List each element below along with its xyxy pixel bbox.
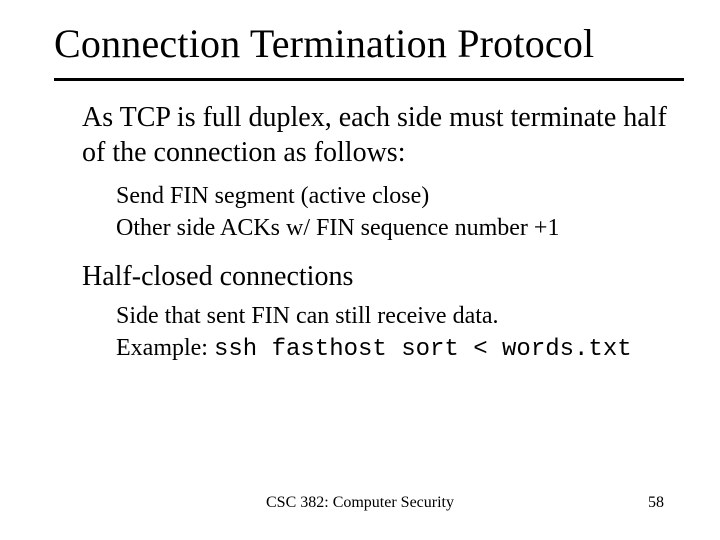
footer-page-number: 58 [648,494,664,512]
example-label: Example: [116,335,214,361]
section2-example: Example: ssh fasthost sort < words.txt [116,332,680,366]
slide-title: Connection Termination Protocol [54,20,666,67]
steps-block: Send FIN segment (active close) Other si… [116,180,680,245]
section2-line1: Side that sent FIN can still receive dat… [116,300,680,332]
intro-text: As TCP is full duplex, each side must te… [82,100,680,170]
step-a: Send FIN segment (active close) [116,180,680,212]
example-command: ssh fasthost sort < words.txt [214,336,632,363]
section2-heading: Half-closed connections [82,259,680,294]
step-b: Other side ACKs w/ FIN sequence number +… [116,212,680,244]
title-rule [54,78,684,81]
slide-body: As TCP is full duplex, each side must te… [82,100,680,367]
footer-course: CSC 382: Computer Security [0,494,720,512]
section2-block: Side that sent FIN can still receive dat… [116,300,680,367]
slide: Connection Termination Protocol As TCP i… [0,0,720,540]
